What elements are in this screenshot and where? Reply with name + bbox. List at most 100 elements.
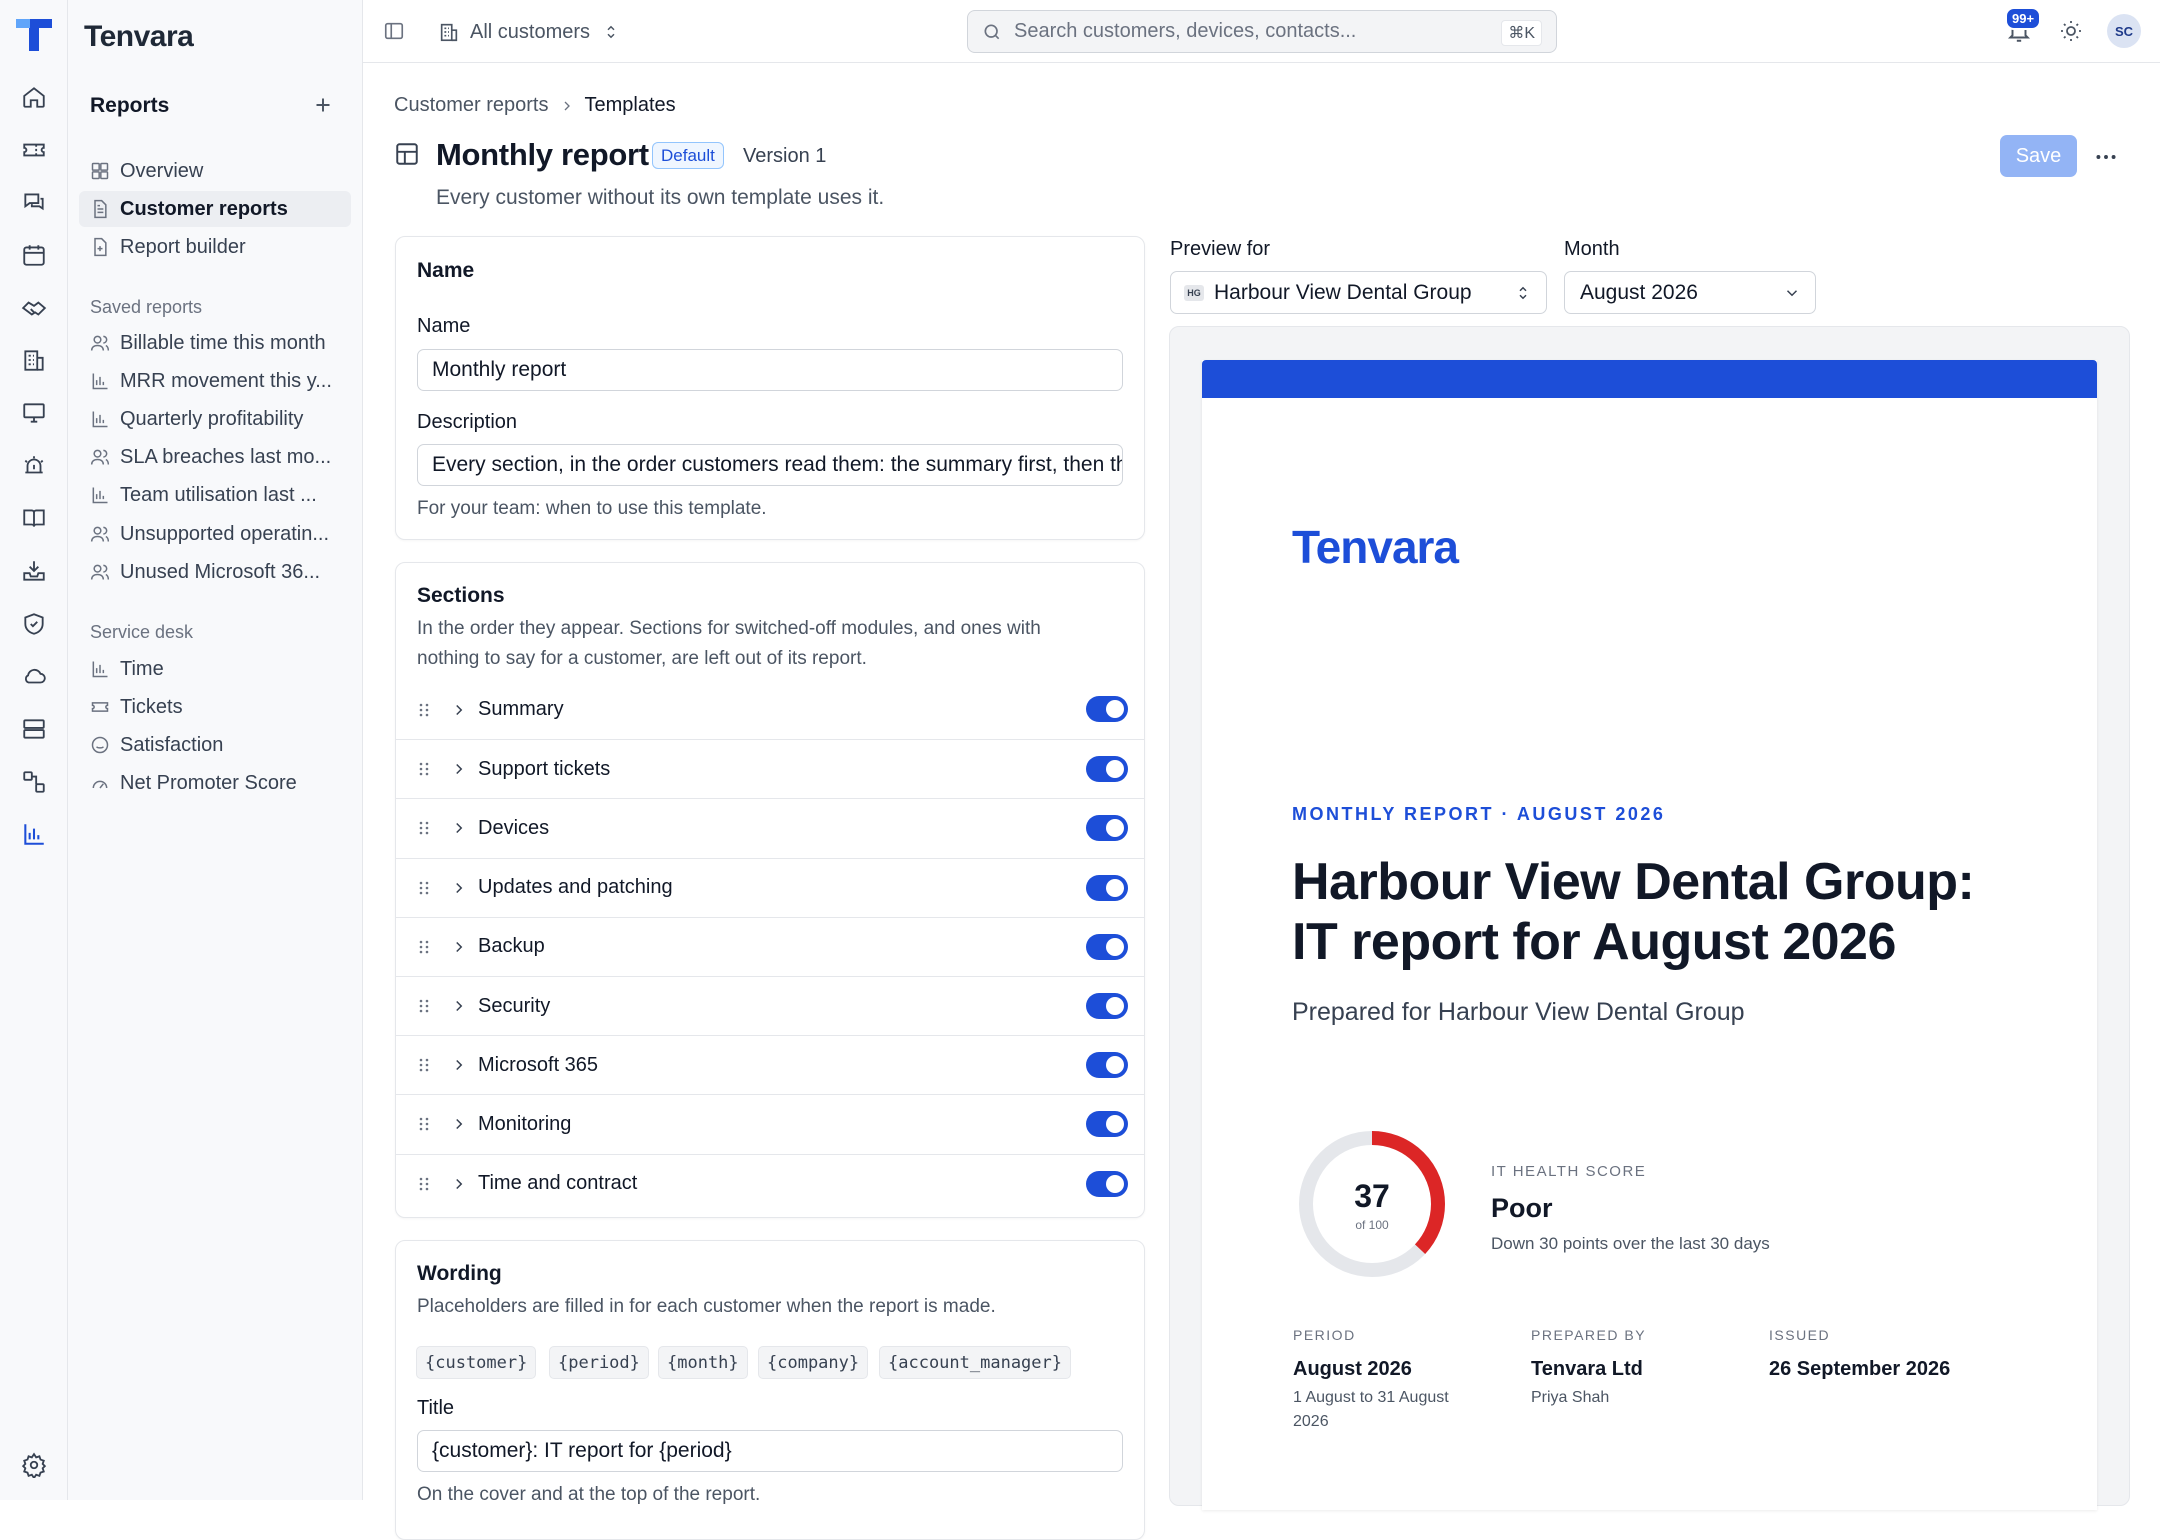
server-icon[interactable] xyxy=(19,714,49,744)
more-options-icon[interactable] xyxy=(2093,144,2119,170)
section-row[interactable]: Time and contract xyxy=(396,1153,1144,1213)
section-row[interactable]: Support tickets xyxy=(396,739,1144,798)
inbox-download-icon[interactable] xyxy=(19,556,49,586)
cloud-icon[interactable] xyxy=(19,661,49,691)
section-row[interactable]: Security xyxy=(396,976,1144,1035)
saved-report-item[interactable]: MRR movement this y... xyxy=(79,363,351,399)
sidebar-item-nps[interactable]: Net Promoter Score xyxy=(79,765,351,801)
avatar[interactable]: SC xyxy=(2107,14,2141,48)
placeholder-chip[interactable]: {month} xyxy=(658,1346,748,1379)
drag-handle-icon[interactable] xyxy=(416,939,432,955)
chevron-right-icon[interactable] xyxy=(450,701,468,719)
sidebar-item-customer-reports[interactable]: Customer reports xyxy=(79,191,351,227)
chevron-right-icon[interactable] xyxy=(450,938,468,956)
placeholder-chip[interactable]: {company} xyxy=(758,1346,869,1379)
chevron-right-icon[interactable] xyxy=(450,879,468,897)
description-help: For your team: when to use this template… xyxy=(417,498,767,519)
save-button[interactable]: Save xyxy=(2000,135,2077,177)
settings-icon[interactable] xyxy=(19,1450,49,1480)
title-field-label: Title xyxy=(417,1397,455,1419)
saved-report-item[interactable]: Quarterly profitability xyxy=(79,401,351,437)
drag-handle-icon[interactable] xyxy=(416,761,432,777)
sidebar-item-report-builder[interactable]: Report builder xyxy=(79,229,351,265)
sidebar-item-satisfaction[interactable]: Satisfaction xyxy=(79,727,351,763)
monitor-icon[interactable] xyxy=(19,398,49,428)
home-icon[interactable] xyxy=(19,82,49,112)
section-label: Monitoring xyxy=(478,1112,572,1135)
default-badge: Default xyxy=(652,142,724,169)
section-toggle[interactable] xyxy=(1086,933,1128,960)
saved-report-item[interactable]: Unused Microsoft 36... xyxy=(79,554,351,590)
search-input[interactable]: Search customers, devices, contacts... ⌘… xyxy=(967,10,1557,53)
sidebar-toggle-icon[interactable] xyxy=(383,20,405,42)
shield-icon[interactable] xyxy=(19,609,49,639)
description-field[interactable]: Every section, in the order customers re… xyxy=(417,444,1123,486)
book-icon[interactable] xyxy=(19,503,49,533)
drag-handle-icon[interactable] xyxy=(416,880,432,896)
workflow-icon[interactable] xyxy=(19,767,49,797)
sidebar-item-overview[interactable]: Overview xyxy=(79,153,351,189)
health-score-max: of 100 xyxy=(1355,1218,1389,1232)
saved-report-item[interactable]: Team utilisation last ... xyxy=(79,477,351,513)
section-toggle[interactable] xyxy=(1086,1111,1128,1138)
section-toggle[interactable] xyxy=(1086,696,1128,722)
section-toggle[interactable] xyxy=(1086,1052,1128,1079)
bar-chart-icon[interactable] xyxy=(19,819,49,849)
section-toggle[interactable] xyxy=(1086,874,1128,901)
section-row[interactable]: Backup xyxy=(396,916,1144,976)
section-toggle[interactable] xyxy=(1086,756,1128,783)
preview-customer-select[interactable]: HG Harbour View Dental Group xyxy=(1170,271,1547,314)
handshake-icon[interactable] xyxy=(19,293,49,323)
saved-report-item[interactable]: SLA breaches last mo... xyxy=(79,439,351,475)
drag-handle-icon[interactable] xyxy=(416,998,432,1014)
page-title: Monthly report xyxy=(436,137,649,172)
section-toggle[interactable] xyxy=(1086,815,1128,842)
chevron-right-icon[interactable] xyxy=(450,1175,468,1193)
bar-chart-icon xyxy=(92,373,108,390)
chevron-right-icon[interactable] xyxy=(450,1056,468,1074)
drag-handle-icon[interactable] xyxy=(416,1057,432,1073)
drag-handle-icon[interactable] xyxy=(416,1176,432,1192)
sidebar-item-tickets[interactable]: Tickets xyxy=(79,689,351,725)
placeholder-chip[interactable]: {account_manager} xyxy=(879,1346,1071,1379)
saved-report-item[interactable]: Unsupported operatin... xyxy=(79,516,351,552)
sidebar-item-time[interactable]: Time xyxy=(79,651,351,687)
sidebar-item-label: Satisfaction xyxy=(120,733,224,756)
drag-handle-icon[interactable] xyxy=(416,1116,432,1132)
name-card: Name Name Monthly report Description Eve… xyxy=(395,236,1145,540)
building-icon[interactable] xyxy=(19,345,49,375)
wording-heading: Wording xyxy=(417,1262,502,1285)
customer-scope-label: All customers xyxy=(470,20,591,43)
title-field[interactable]: {customer}: IT report for {period} xyxy=(417,1430,1123,1472)
sun-icon[interactable] xyxy=(2059,19,2083,43)
alarm-icon[interactable] xyxy=(19,451,49,481)
month-select[interactable]: August 2026 xyxy=(1564,271,1816,314)
drag-handle-icon[interactable] xyxy=(416,820,432,836)
calendar-icon[interactable] xyxy=(19,240,49,270)
chevron-right-icon[interactable] xyxy=(450,760,468,778)
name-field[interactable]: Monthly report xyxy=(417,349,1123,391)
saved-report-item[interactable]: Billable time this month xyxy=(79,325,351,361)
section-row[interactable]: Microsoft 365 xyxy=(396,1035,1144,1094)
customer-scope-select[interactable]: All customers xyxy=(438,16,620,48)
sidebar-item-label: Billable time this month xyxy=(120,331,326,354)
section-row[interactable]: Monitoring xyxy=(396,1094,1144,1153)
chevron-right-icon[interactable] xyxy=(450,1115,468,1133)
section-row[interactable]: Updates and patching xyxy=(396,857,1144,917)
section-toggle[interactable] xyxy=(1086,1170,1128,1197)
section-row[interactable]: Devices xyxy=(396,798,1144,857)
name-field-label: Name xyxy=(417,315,471,337)
chevron-right-icon[interactable] xyxy=(450,819,468,837)
section-toggle[interactable] xyxy=(1086,993,1128,1019)
placeholder-chip[interactable]: {period} xyxy=(549,1346,649,1379)
ticket-icon[interactable] xyxy=(19,135,49,165)
chevron-right-icon[interactable] xyxy=(450,997,468,1015)
chat-icon[interactable] xyxy=(19,187,49,217)
section-row[interactable]: Summary xyxy=(396,680,1144,739)
preview-customer-value: Harbour View Dental Group xyxy=(1214,280,1472,304)
add-report-icon[interactable] xyxy=(310,92,336,118)
breadcrumb-parent[interactable]: Customer reports xyxy=(394,94,549,117)
drag-handle-icon[interactable] xyxy=(416,702,432,718)
tenvara-logo[interactable] xyxy=(14,16,54,54)
placeholder-chip[interactable]: {customer} xyxy=(416,1346,537,1379)
